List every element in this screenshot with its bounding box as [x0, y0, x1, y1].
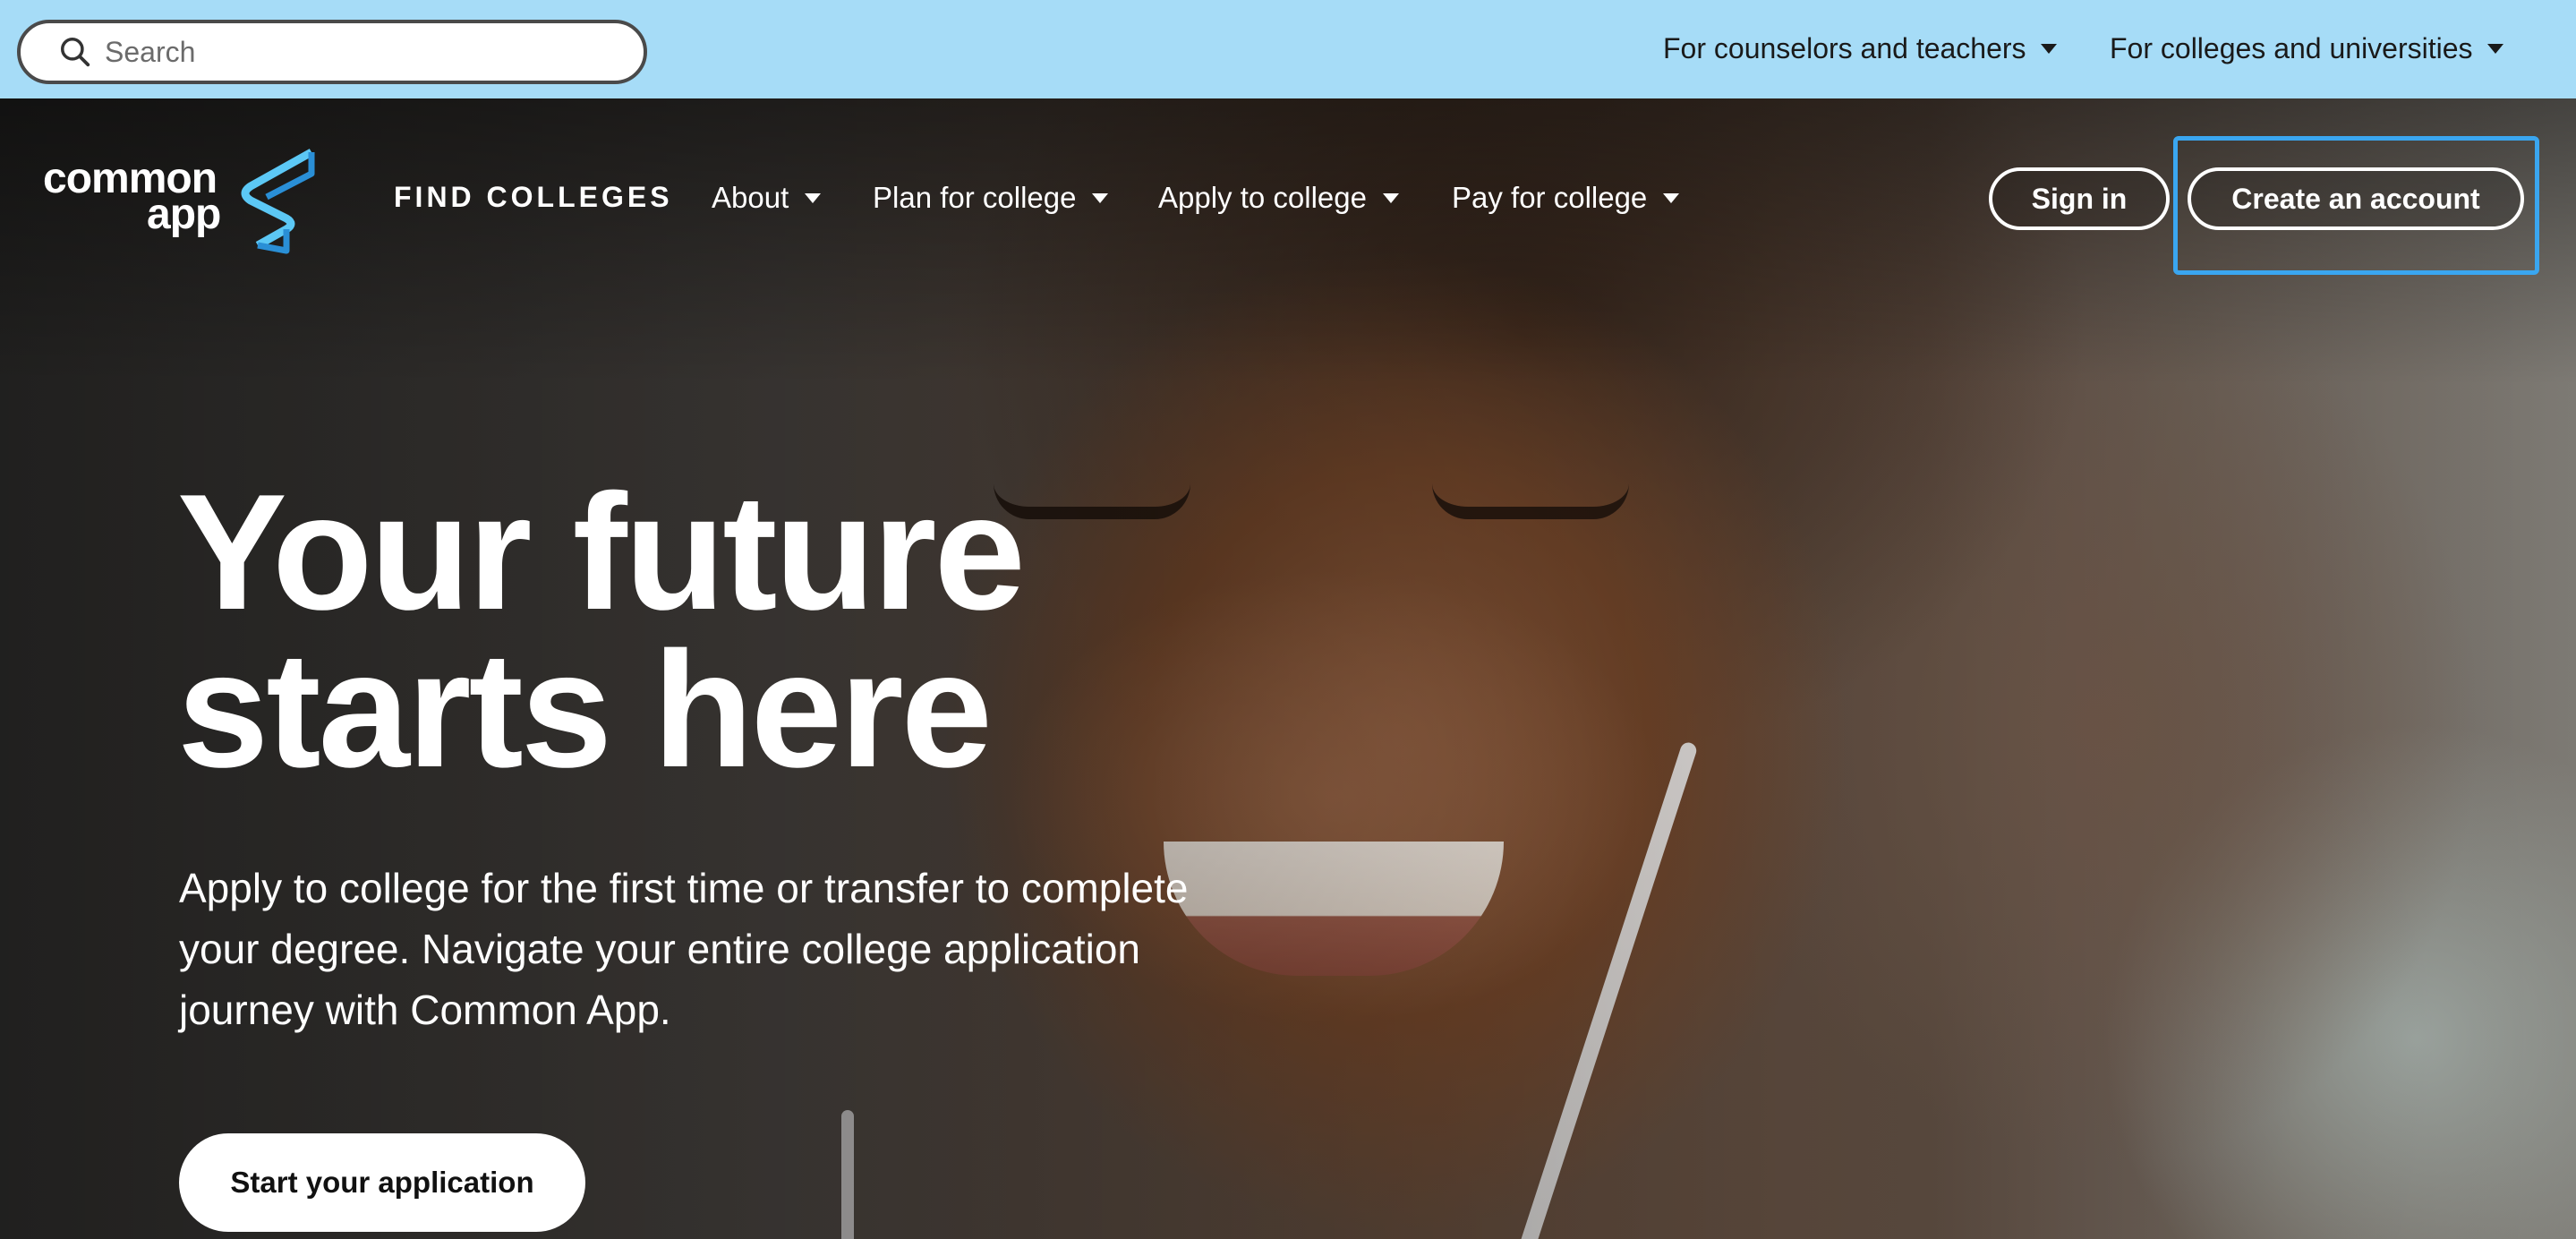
create-account-label: Create an account [2231, 182, 2480, 215]
nav-pay-label: Pay for college [1452, 181, 1648, 214]
colleges-universities-label: For colleges and universities [2110, 32, 2473, 64]
hero-title-line2: starts here [177, 617, 993, 801]
utility-bar: For counselors and teachers For colleges… [0, 0, 2576, 98]
counselors-teachers-menu[interactable]: For counselors and teachers [1663, 32, 2057, 65]
find-colleges-link[interactable]: FIND COLLEGES [394, 181, 673, 214]
hero-title-line1: Your future [177, 459, 1026, 644]
nav-apply-label: Apply to college [1158, 181, 1367, 214]
search-input[interactable] [105, 35, 606, 69]
sign-in-label: Sign in [2031, 182, 2128, 215]
logo-text-line2: app [147, 191, 221, 238]
caret-down-icon [805, 192, 822, 203]
nav-about[interactable]: About [712, 181, 822, 215]
caret-down-icon [1663, 192, 1680, 203]
logo-mark-icon [241, 149, 315, 254]
nav-pay-for-college[interactable]: Pay for college [1452, 181, 1680, 215]
hero-title: Your future starts here [177, 459, 1341, 801]
sign-in-button[interactable]: Sign in [1989, 167, 2170, 230]
caret-down-icon [2486, 44, 2503, 54]
nav-plan-label: Plan for college [873, 181, 1077, 214]
nav-plan-for-college[interactable]: Plan for college [873, 181, 1109, 215]
counselors-teachers-label: For counselors and teachers [1663, 32, 2026, 64]
search-icon [61, 38, 90, 67]
caret-down-icon [2040, 44, 2057, 54]
caret-down-icon [1382, 192, 1399, 203]
nav-about-label: About [712, 181, 789, 214]
start-application-label: Start your application [230, 1166, 534, 1199]
start-application-button[interactable]: Start your application [179, 1133, 585, 1232]
common-app-logo[interactable]: common app [43, 147, 320, 254]
create-account-button[interactable]: Create an account [2188, 167, 2524, 230]
hero-subtitle: Apply to college for the first time or t… [179, 865, 1189, 1033]
caret-down-icon [1092, 192, 1109, 203]
find-colleges-label: FIND COLLEGES [394, 181, 673, 213]
colleges-universities-menu[interactable]: For colleges and universities [2110, 32, 2503, 65]
search-box[interactable] [17, 20, 647, 84]
nav-apply-to-college[interactable]: Apply to college [1158, 181, 1399, 215]
